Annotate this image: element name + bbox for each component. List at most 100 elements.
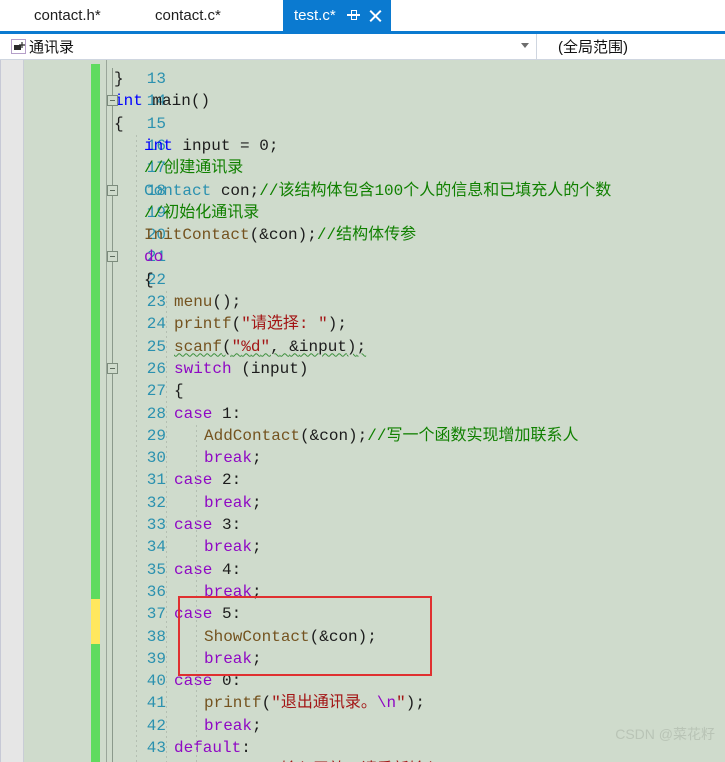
line-number: 13 — [146, 70, 166, 88]
change-bar-segment — [91, 64, 100, 600]
code-line[interactable]: 13} — [100, 68, 725, 90]
fold-toggle-icon[interactable] — [107, 362, 118, 374]
code-line-text: int input = 0; — [144, 136, 279, 155]
pin-icon[interactable] — [346, 9, 360, 22]
tab-label: contact.h* — [34, 7, 101, 24]
indent-guide — [136, 134, 137, 762]
code-line-text: InitContact(&con);//结构体传参 — [144, 226, 417, 245]
code-line[interactable]: 41 printf("退出通讯录。\n"); — [100, 692, 725, 714]
breakpoint-margin[interactable] — [0, 60, 24, 762]
code-line[interactable]: 26 switch (input) — [100, 358, 725, 380]
line-number: 36 — [146, 582, 166, 601]
code-line[interactable]: 24 printf("请选择: "); — [100, 313, 725, 335]
code-line-text: case 1: — [174, 404, 242, 423]
code-line[interactable]: 32 break; — [100, 492, 725, 514]
tab-label: contact.c* — [155, 7, 221, 24]
line-number: 33 — [146, 516, 166, 534]
code-line-text: break; — [204, 716, 262, 735]
line-number: 39 — [146, 649, 166, 668]
fold-toggle-icon[interactable] — [107, 95, 118, 107]
fold-toggle-icon[interactable] — [107, 251, 118, 263]
code-line-text: } — [114, 70, 124, 88]
fold-toggle-icon[interactable] — [107, 184, 118, 196]
code-editor[interactable]: 13} 14 int main() 15{16 int input = 0; 17//创建… — [0, 60, 725, 762]
line-number: 32 — [146, 493, 166, 512]
code-line[interactable]: 31 case 2: — [100, 469, 725, 491]
code-line-text: { — [114, 114, 124, 133]
line-number: 37 — [146, 605, 166, 624]
line-number: 42 — [146, 716, 166, 735]
code-line-text: case 3: — [174, 516, 242, 534]
fold-connector-line — [112, 68, 113, 762]
tab-contact-c[interactable]: contact.c* — [143, 0, 233, 31]
code-line[interactable]: 25 scanf("%d", &input); — [100, 336, 725, 358]
code-line[interactable]: 27 { — [100, 380, 725, 402]
line-number: 43 — [146, 739, 166, 757]
window-left-edge — [0, 60, 1, 762]
code-line[interactable]: 15 { — [100, 113, 725, 135]
code-line[interactable]: 33 case 3: — [100, 514, 725, 536]
code-line-text: { — [174, 382, 184, 401]
line-number: 25 — [146, 337, 166, 356]
project-icon — [11, 39, 26, 54]
tab-test-c[interactable]: test.c* — [283, 0, 391, 31]
code-line-text: default: — [174, 739, 251, 757]
chevron-down-icon[interactable] — [521, 43, 529, 48]
code-line[interactable]: 21 do — [100, 246, 725, 268]
project-name-label: 通讯录 — [29, 39, 75, 56]
code-line[interactable]: 22{ — [100, 269, 725, 291]
line-number: 28 — [146, 404, 166, 423]
code-line[interactable]: 23 menu(); — [100, 291, 725, 313]
code-line-text: { — [144, 270, 154, 289]
member-scope-label: (全局范围) — [558, 39, 628, 56]
code-line-text: scanf("%d", &input); — [174, 337, 367, 356]
line-number: 31 — [146, 471, 166, 490]
code-line-text: case 2: — [174, 471, 242, 490]
change-bar-segment — [91, 643, 100, 762]
line-number: 27 — [146, 382, 166, 401]
navigation-bar: 通讯录 (全局范围) — [0, 34, 725, 60]
red-highlight-annotation — [178, 596, 432, 677]
line-number: 22 — [146, 270, 166, 289]
code-line-text: break; — [204, 493, 262, 512]
code-line-text: int main() — [114, 92, 211, 111]
code-line-text: switch (input) — [174, 359, 309, 378]
code-line[interactable]: 29 AddContact(&con);//写一个函数实现增加联系人 — [100, 425, 725, 447]
scope-dropdown-project[interactable]: 通讯录 — [8, 34, 536, 59]
tab-label: test.c* — [294, 7, 336, 24]
indent-guide — [166, 291, 167, 762]
line-number: 41 — [146, 694, 166, 713]
line-number: 38 — [146, 627, 166, 646]
code-line[interactable]: 34 break; — [100, 536, 725, 558]
line-number: 30 — [146, 449, 166, 468]
line-number: 40 — [146, 672, 166, 691]
close-icon[interactable] — [369, 9, 382, 22]
code-line-text: menu(); — [174, 293, 242, 311]
code-line[interactable]: 28 case 1: — [100, 403, 725, 425]
change-tracking-bar — [91, 60, 100, 762]
scope-dropdown-member[interactable]: (全局范围) — [537, 34, 725, 59]
visual-studio-editor-window: contact.h* contact.c* test.c* 通讯录 (全局范围)… — [0, 0, 725, 762]
code-line[interactable]: 35 case 4: — [100, 559, 725, 581]
code-line[interactable]: 18 Contact con;//该结构体包含100个人的信息和已填充人的个数 — [100, 180, 725, 202]
line-number: 23 — [146, 293, 166, 311]
code-line-text: break; — [204, 538, 262, 557]
change-bar-segment — [91, 599, 100, 644]
code-line-text: case 4: — [174, 560, 242, 579]
code-line[interactable]: 30 break; — [100, 447, 725, 469]
line-number: 24 — [146, 315, 166, 334]
code-line[interactable]: 16 int input = 0; — [100, 135, 725, 157]
code-line[interactable]: 19//初始化通讯录 — [100, 202, 725, 224]
tab-contact-h[interactable]: contact.h* — [22, 0, 113, 31]
code-line-text: printf("退出通讯录。\n"); — [204, 694, 425, 713]
code-line-text: do — [144, 248, 164, 267]
editor-tab-strip: contact.h* contact.c* test.c* — [0, 0, 725, 31]
code-line-text: //初始化通讯录 — [144, 203, 260, 222]
code-line-text: Contact con;//该结构体包含100个人的信息和已填充人的个数 — [144, 181, 612, 200]
line-number: 35 — [146, 560, 166, 579]
code-line[interactable]: 17//创建通讯录 — [100, 157, 725, 179]
code-line[interactable]: 20 InitContact(&con);//结构体传参 — [100, 224, 725, 246]
line-number: 29 — [146, 426, 166, 445]
code-line-text: //创建通讯录 — [144, 159, 244, 178]
code-line[interactable]: 14 int main() — [100, 90, 725, 112]
